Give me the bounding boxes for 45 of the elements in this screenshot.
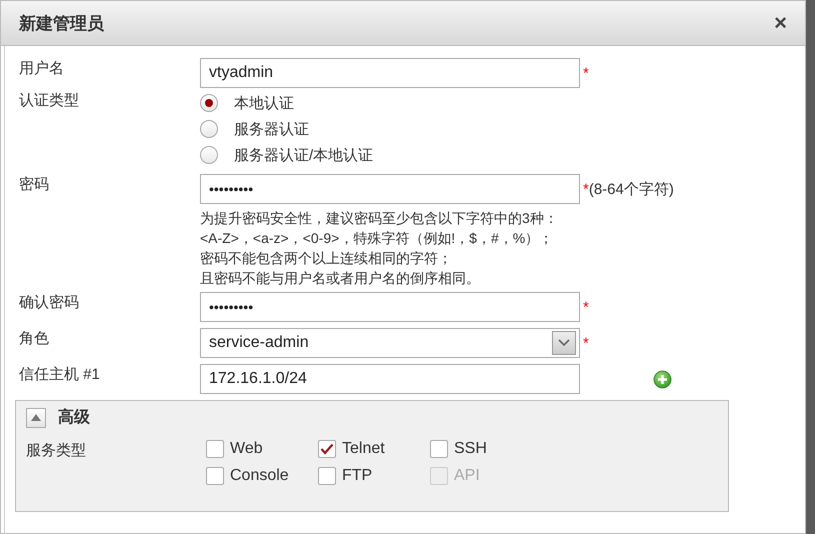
radio-button[interactable] bbox=[200, 146, 218, 164]
checkbox-label: Telnet bbox=[342, 440, 385, 458]
field-label: 服务类型 bbox=[26, 441, 87, 461]
checkbox[interactable] bbox=[430, 440, 448, 458]
checkbox[interactable] bbox=[206, 440, 224, 458]
checkbox-label: API bbox=[454, 467, 480, 485]
password-field[interactable]: ••••••••• bbox=[200, 292, 580, 322]
checkbox[interactable] bbox=[206, 467, 224, 485]
checkbox-label: FTP bbox=[342, 467, 372, 485]
field-label: 确认密码 bbox=[18, 293, 80, 313]
checkbox-label: SSH bbox=[454, 440, 487, 458]
length-note: (8-64个字符) bbox=[588, 180, 674, 198]
required-mark: * bbox=[583, 64, 589, 82]
input-field[interactable]: vtyadmin bbox=[200, 58, 580, 88]
close-button[interactable]: × bbox=[774, 12, 787, 34]
role-dropdown[interactable]: service-admin bbox=[200, 328, 580, 358]
radio-label: 服务器认证 bbox=[234, 120, 309, 138]
password-field[interactable]: ••••••••• bbox=[200, 174, 580, 204]
field-label: 密码 bbox=[18, 175, 50, 195]
field-label: 用户名 bbox=[18, 59, 65, 79]
add-icon[interactable] bbox=[653, 370, 672, 388]
password-hint: <A-Z>，<a-z>，<0-9>，特殊字符（例如!，$，#，%）； bbox=[200, 229, 554, 248]
field-label: 角色 bbox=[18, 329, 50, 349]
required-mark: * bbox=[583, 180, 589, 198]
required-mark: * bbox=[583, 334, 589, 352]
section-title: 高级 bbox=[58, 407, 90, 428]
triangle-icon bbox=[31, 414, 41, 421]
required-mark: * bbox=[583, 298, 589, 316]
checkbox-label: Console bbox=[230, 467, 289, 485]
field-label: 信任主机 #1 bbox=[18, 365, 101, 385]
collapse-toggle[interactable] bbox=[26, 408, 46, 428]
password-hint: 且密码不能与用户名或者用户名的倒序相同。 bbox=[200, 269, 481, 288]
radio-button[interactable] bbox=[200, 94, 218, 112]
password-hint: 密码不能包含两个以上连续相同的字符； bbox=[200, 249, 453, 268]
checkbox-label: Web bbox=[230, 440, 263, 458]
checkbox[interactable] bbox=[318, 440, 336, 458]
radio-button[interactable] bbox=[200, 120, 218, 138]
caret-icon[interactable] bbox=[552, 331, 576, 355]
input-field[interactable]: 172.16.1.0/24 bbox=[200, 364, 580, 394]
password-hint: 为提升密码安全性，建议密码至少包含以下字符中的3种： bbox=[200, 209, 559, 228]
checkbox[interactable] bbox=[318, 467, 336, 485]
radio-label: 本地认证 bbox=[234, 94, 294, 112]
dialog-title: 新建管理员 bbox=[19, 12, 104, 34]
radio-label: 服务器认证/本地认证 bbox=[234, 146, 374, 164]
field-label: 认证类型 bbox=[18, 91, 80, 111]
